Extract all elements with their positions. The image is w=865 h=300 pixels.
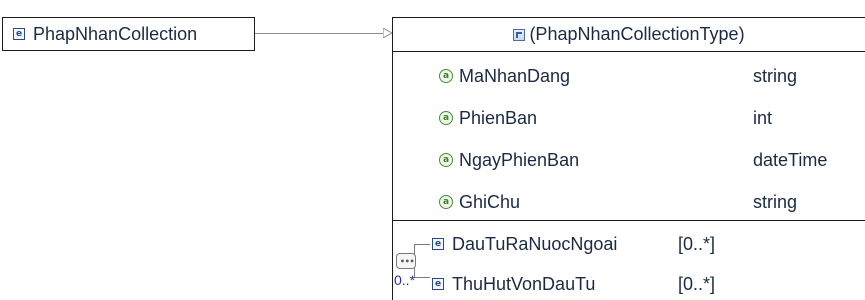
child-element-name: DauTuRaNuocNgoai [452, 233, 618, 254]
attribute-type: int [753, 107, 773, 128]
child-element[interactable]: e ThuHutVonDauTu [0..*] [432, 271, 715, 297]
section-divider [393, 220, 865, 221]
type-title: (PhapNhanCollectionType) [529, 24, 745, 44]
attribute-type: string [753, 65, 798, 86]
attribute-name: NgayPhienBan [459, 149, 580, 170]
connector-line [255, 33, 385, 34]
sequence-icon[interactable]: ••• [396, 253, 416, 269]
attribute-row[interactable]: a MaNhanDang string [393, 56, 865, 96]
complex-type-icon [513, 28, 526, 41]
type-header[interactable]: (PhapNhanCollectionType) [393, 18, 865, 52]
attribute-row[interactable]: a NgayPhienBan dateTime [393, 140, 865, 180]
element-icon: e [432, 238, 444, 250]
attribute-type: dateTime [753, 149, 828, 170]
child-element[interactable]: e DauTuRaNuocNgoai [0..*] [432, 231, 715, 257]
root-element-box[interactable]: e PhapNhanCollection [2, 17, 255, 51]
attribute-icon: a [439, 111, 453, 125]
attribute-icon: a [439, 153, 453, 167]
attribute-icon: a [439, 195, 453, 209]
attribute-name: GhiChu [459, 191, 521, 212]
attribute-row[interactable]: a PhienBan int [393, 98, 865, 138]
branch-line [414, 277, 430, 278]
attribute-name: MaNhanDang [459, 65, 571, 86]
attribute-type: string [753, 191, 798, 212]
element-icon: e [432, 278, 444, 290]
attribute-row[interactable]: a GhiChu string [393, 182, 865, 222]
attribute-name: PhienBan [459, 107, 538, 128]
sequence-multiplicity: 0..* [394, 272, 416, 288]
root-element-label: PhapNhanCollection [33, 23, 198, 44]
child-element-name: ThuHutVonDauTu [452, 273, 596, 294]
attribute-icon: a [439, 69, 453, 83]
branch-line [414, 244, 430, 245]
child-element-multiplicity: [0..*] [678, 233, 716, 254]
element-icon: e [13, 28, 25, 40]
complex-type-box: (PhapNhanCollectionType) a MaNhanDang st… [392, 17, 865, 300]
child-element-multiplicity: [0..*] [678, 273, 716, 294]
